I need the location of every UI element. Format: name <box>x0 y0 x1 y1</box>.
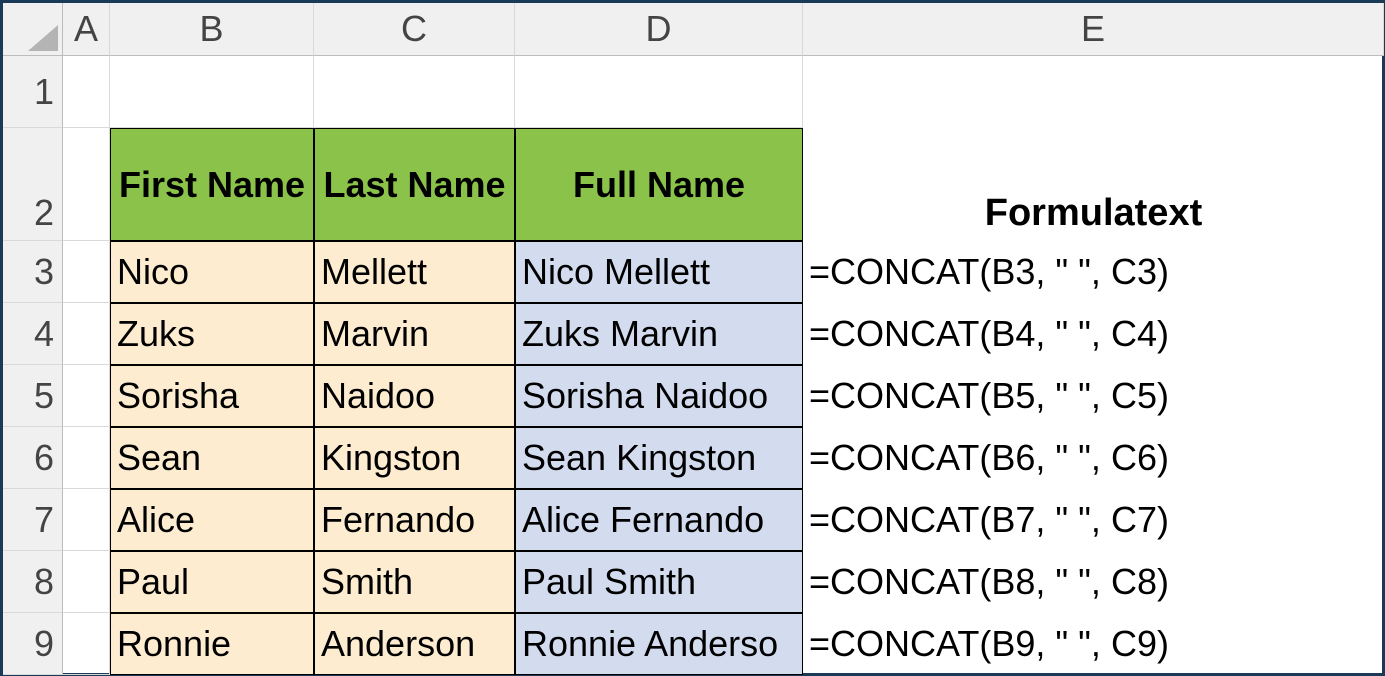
cell-A7[interactable] <box>63 489 110 551</box>
col-header-C[interactable]: C <box>314 3 515 56</box>
row-header-9[interactable]: 9 <box>3 613 63 675</box>
cell-A4[interactable] <box>63 303 110 365</box>
cell-formula[interactable]: =CONCAT(B9, " ", C9) <box>803 613 1384 675</box>
cell-last-name[interactable]: Kingston <box>314 427 515 489</box>
cell-A9[interactable] <box>63 613 110 675</box>
cell-full-name[interactable]: Paul Smith <box>515 551 803 613</box>
cell-formula[interactable]: =CONCAT(B5, " ", C5) <box>803 365 1384 427</box>
row-header-8[interactable]: 8 <box>3 551 63 613</box>
cell-first-name[interactable]: Sean <box>110 427 314 489</box>
cell-E1[interactable] <box>803 56 1384 128</box>
cell-last-name[interactable]: Smith <box>314 551 515 613</box>
col-header-E[interactable]: E <box>803 3 1384 56</box>
cell-last-name[interactable]: Marvin <box>314 303 515 365</box>
header-first-name[interactable]: First Name <box>110 128 314 241</box>
cell-formula[interactable]: =CONCAT(B3, " ", C3) <box>803 241 1384 303</box>
cell-A8[interactable] <box>63 551 110 613</box>
row-header-1[interactable]: 1 <box>3 56 63 128</box>
col-header-B[interactable]: B <box>110 3 314 56</box>
cell-formula[interactable]: =CONCAT(B4, " ", C4) <box>803 303 1384 365</box>
cell-full-name[interactable]: Nico Mellett <box>515 241 803 303</box>
col-header-D[interactable]: D <box>515 3 803 56</box>
row-header-4[interactable]: 4 <box>3 303 63 365</box>
cell-A3[interactable] <box>63 241 110 303</box>
select-all-corner[interactable] <box>3 3 63 56</box>
cell-A5[interactable] <box>63 365 110 427</box>
cell-first-name[interactable]: Sorisha <box>110 365 314 427</box>
cell-B1[interactable] <box>110 56 314 128</box>
cell-first-name[interactable]: Paul <box>110 551 314 613</box>
col-header-A[interactable]: A <box>63 3 110 56</box>
cell-last-name[interactable]: Naidoo <box>314 365 515 427</box>
cell-formula[interactable]: =CONCAT(B7, " ", C7) <box>803 489 1384 551</box>
cell-formula[interactable]: =CONCAT(B8, " ", C8) <box>803 551 1384 613</box>
cell-A2[interactable] <box>63 128 110 241</box>
cell-A6[interactable] <box>63 427 110 489</box>
cell-full-name[interactable]: Sean Kingston <box>515 427 803 489</box>
header-formulatext[interactable]: Formulatext <box>803 128 1384 241</box>
cell-last-name[interactable]: Anderson <box>314 613 515 675</box>
cell-C1[interactable] <box>314 56 515 128</box>
cell-D1[interactable] <box>515 56 803 128</box>
cell-first-name[interactable]: Nico <box>110 241 314 303</box>
cell-formula[interactable]: =CONCAT(B6, " ", C6) <box>803 427 1384 489</box>
row-header-7[interactable]: 7 <box>3 489 63 551</box>
header-last-name[interactable]: Last Name <box>314 128 515 241</box>
cell-first-name[interactable]: Alice <box>110 489 314 551</box>
cell-full-name[interactable]: Alice Fernando <box>515 489 803 551</box>
cell-first-name[interactable]: Zuks <box>110 303 314 365</box>
row-header-6[interactable]: 6 <box>3 427 63 489</box>
cell-first-name[interactable]: Ronnie <box>110 613 314 675</box>
cell-full-name[interactable]: Ronnie Anderso <box>515 613 803 675</box>
cell-full-name[interactable]: Sorisha Naidoo <box>515 365 803 427</box>
cell-last-name[interactable]: Fernando <box>314 489 515 551</box>
cell-last-name[interactable]: Mellett <box>314 241 515 303</box>
row-header-5[interactable]: 5 <box>3 365 63 427</box>
spreadsheet-grid: A B C D E 1 2 First Name Last Name Full … <box>3 3 1382 675</box>
header-full-name[interactable]: Full Name <box>515 128 803 241</box>
cell-A1[interactable] <box>63 56 110 128</box>
row-header-3[interactable]: 3 <box>3 241 63 303</box>
cell-full-name[interactable]: Zuks Marvin <box>515 303 803 365</box>
row-header-2[interactable]: 2 <box>3 128 63 241</box>
